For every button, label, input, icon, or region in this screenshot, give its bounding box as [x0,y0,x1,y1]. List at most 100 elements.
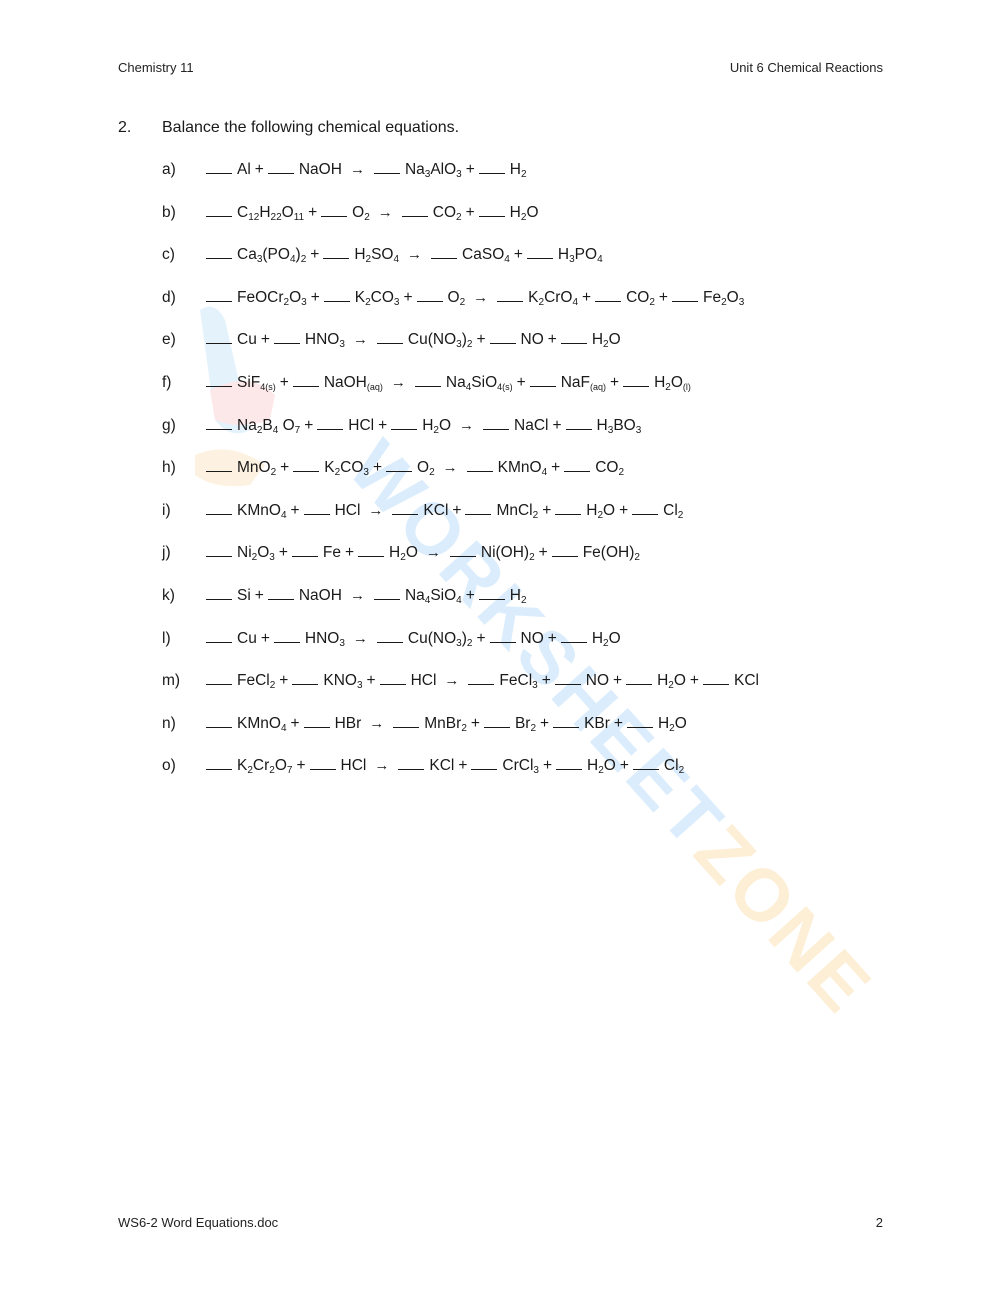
coefficient-blank[interactable] [431,246,458,260]
formula-part: O [526,203,539,221]
coefficient-blank[interactable] [632,502,659,515]
coefficient-blank[interactable] [564,459,591,473]
plus-sign: + [658,288,668,306]
coefficient-blank[interactable] [497,289,524,302]
coefficient-blank[interactable] [554,672,581,686]
formula-subscript: (aq) [366,381,383,392]
coefficient-blank[interactable] [556,757,583,771]
coefficient-blank[interactable] [206,672,232,686]
formula-part: CrCl [502,757,534,775]
coefficient-blank[interactable] [206,715,232,728]
coefficient-blank[interactable] [293,459,320,473]
formula-part: H [259,203,271,221]
coefficient-blank[interactable] [376,630,403,643]
coefficient-blank[interactable] [551,544,578,558]
coefficient-blank[interactable] [206,544,232,558]
coefficient-blank[interactable] [466,459,493,473]
coefficient-blank[interactable] [309,757,336,771]
coefficient-blank[interactable] [206,459,232,473]
coefficient-blank[interactable] [565,417,592,430]
coefficient-blank[interactable] [671,289,698,302]
coefficient-blank[interactable] [303,502,330,515]
coefficient-blank[interactable] [555,502,582,515]
coefficient-blank[interactable] [291,544,318,558]
coefficient-blank[interactable] [323,246,350,260]
reactant-term: K2Cr2O7 [206,757,292,776]
coefficient-blank[interactable] [478,161,505,174]
coefficient-blank[interactable] [401,204,428,217]
coefficient-blank[interactable] [323,289,350,302]
coefficient-blank[interactable] [303,715,330,728]
coefficient-blank[interactable] [273,331,300,345]
coefficient-blank[interactable] [478,204,505,217]
coefficient-blank[interactable] [702,672,729,686]
coefficient-blank[interactable] [373,161,400,174]
coefficient-blank[interactable] [267,161,294,174]
formula-part: H [509,161,521,178]
formula-part: H [657,714,670,732]
formula-part: CO [595,459,619,477]
coefficient-blank[interactable] [483,417,510,430]
formula-subscript: 2 [270,467,277,479]
coefficient-blank[interactable] [358,544,385,558]
coefficient-blank[interactable] [478,587,505,600]
coefficient-blank[interactable] [414,374,441,387]
coefficient-blank[interactable] [416,289,443,302]
plus-sign: + [516,373,526,391]
formula-part: H [586,501,598,519]
coefficient-blank[interactable] [206,331,232,345]
coefficient-blank[interactable] [386,459,412,473]
chemical-formula: H2O [657,714,687,734]
equation-row: d) FeOCr2O3 + K2CO3 + O2 → K2CrO4 + CO2 + Fe2O3 [162,289,759,332]
coefficient-blank[interactable] [373,587,400,600]
coefficient-blank[interactable] [526,246,553,260]
coefficient-blank[interactable] [626,672,653,686]
coefficient-blank[interactable] [206,757,232,771]
coefficient-blank[interactable] [391,417,418,430]
coefficient-blank[interactable] [626,715,653,728]
coefficient-blank[interactable] [560,331,587,345]
coefficient-blank[interactable] [398,757,425,771]
coefficient-blank[interactable] [449,544,476,558]
coefficient-blank[interactable] [321,204,348,217]
coefficient-blank[interactable] [292,672,319,686]
plus-sign: + [613,714,623,732]
coefficient-blank[interactable] [206,289,232,302]
coefficient-blank[interactable] [206,630,232,643]
coefficient-blank[interactable] [267,587,294,600]
coefficient-blank[interactable] [273,630,300,643]
coefficient-blank[interactable] [465,502,492,515]
coefficient-blank[interactable] [206,587,232,600]
coefficient-blank[interactable] [379,672,406,686]
coefficient-blank[interactable] [529,374,556,387]
coefficient-blank[interactable] [206,161,232,174]
coefficient-blank[interactable] [206,374,232,387]
plus-sign: + [260,331,270,349]
coefficient-blank[interactable] [468,672,495,686]
chemical-formula: NO [521,331,544,349]
coefficient-blank[interactable] [489,331,516,345]
coefficient-blank[interactable] [560,630,587,643]
coefficient-blank[interactable] [623,374,650,387]
formula-part: K [354,288,366,306]
plus-sign: + [403,288,413,306]
coefficient-blank[interactable] [206,204,232,217]
equation-row: b) C12H22O11 + O2 → CO2 + H2O [162,204,759,247]
coefficient-blank[interactable] [206,417,232,430]
product-term: H2O [560,331,621,350]
coefficient-blank[interactable] [206,502,232,515]
coefficient-blank[interactable] [632,757,659,771]
coefficient-blank[interactable] [393,715,420,728]
formula-part: BO [613,416,636,434]
coefficient-blank[interactable] [376,331,403,345]
coefficient-blank[interactable] [471,757,498,771]
plus-sign: + [613,672,623,690]
coefficient-blank[interactable] [292,374,319,387]
coefficient-blank[interactable] [392,502,419,515]
coefficient-blank[interactable] [489,630,516,643]
coefficient-blank[interactable] [553,715,580,728]
coefficient-blank[interactable] [483,715,510,728]
coefficient-blank[interactable] [317,417,344,430]
coefficient-blank[interactable] [595,289,622,302]
coefficient-blank[interactable] [206,246,232,260]
